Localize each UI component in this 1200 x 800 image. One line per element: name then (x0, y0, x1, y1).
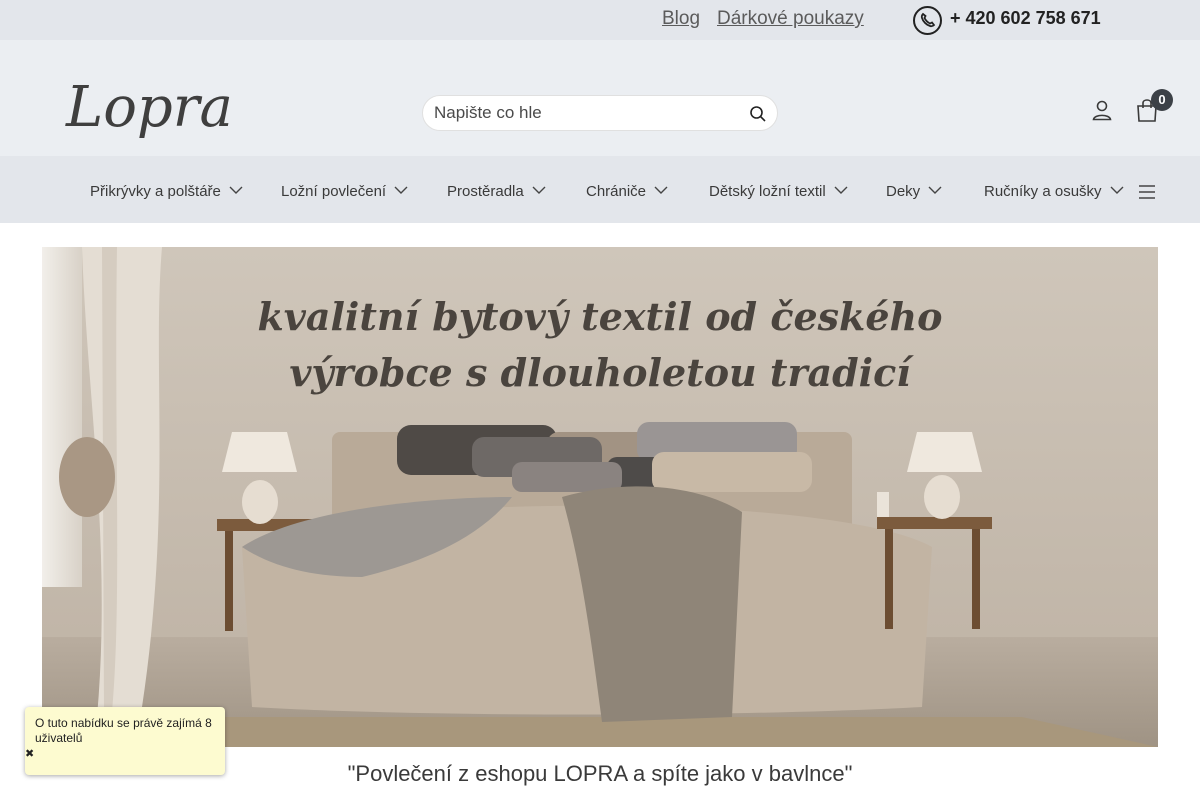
phone-icon (913, 6, 942, 35)
chevron-down-icon (834, 186, 848, 194)
nav-item-towels[interactable]: Ručníky a osušky (984, 183, 1124, 203)
nav-item-label: Prostěradla (447, 183, 524, 200)
chevron-down-icon (532, 186, 546, 194)
hero-banner[interactable]: kvalitní bytový textil od českého výrobc… (42, 247, 1158, 747)
cart-count-badge: 0 (1151, 89, 1173, 111)
hero-heading: kvalitní bytový textil od českého výrobc… (42, 289, 1158, 401)
nav-item-label: Chrániče (586, 183, 647, 200)
chevron-down-icon (394, 186, 408, 194)
blog-link[interactable]: Blog (662, 8, 700, 30)
nav-item-label: Dětský ložní textil (709, 183, 826, 200)
nav-item-protectors[interactable]: Chrániče (586, 183, 668, 203)
menu-icon[interactable] (1138, 184, 1156, 200)
nav-item-label: Deky (886, 183, 921, 200)
nav-item-label: Ručníky a osušky (984, 183, 1102, 200)
nav-item-label: Ložní povlečení (281, 183, 387, 200)
main-navigation: Přikrývky a polštáře Ložní povlečení Pro… (0, 156, 1200, 223)
user-account-icon[interactable] (1091, 99, 1113, 121)
hero-heading-line: kvalitní bytový textil od českého (257, 294, 943, 339)
top-bar: Blog Dárkové poukazy + 420 602 758 671 (0, 0, 1200, 40)
lopra-logo[interactable]: Lopra (60, 68, 233, 150)
close-icon[interactable]: ✖ (25, 749, 35, 760)
chevron-down-icon (229, 186, 243, 194)
svg-text:Lopra: Lopra (65, 75, 230, 140)
chevron-down-icon (1110, 186, 1124, 194)
nav-item-kids-bedding[interactable]: Dětský ložní textil (709, 183, 848, 203)
search-input[interactable] (434, 96, 734, 130)
nav-item-sheets[interactable]: Prostěradla (447, 183, 546, 203)
nav-item-label: Přikrývky a polštáře (90, 183, 221, 200)
chevron-down-icon (654, 186, 668, 194)
search-icon[interactable] (749, 105, 767, 123)
site-header: Lopra (0, 40, 1200, 156)
gift-vouchers-link[interactable]: Dárkové poukazy (717, 8, 864, 30)
nav-item-duvets-pillows[interactable]: Přikrývky a polštáře (90, 183, 243, 203)
search-box[interactable] (422, 95, 778, 131)
nav-item-blankets[interactable]: Deky (886, 183, 942, 203)
phone-number[interactable]: + 420 602 758 671 (950, 8, 1101, 29)
hero-heading-line: výrobce s dlouholetou tradicí (289, 350, 911, 395)
chevron-down-icon (928, 186, 942, 194)
nav-item-bed-linen[interactable]: Ložní povlečení (281, 183, 408, 203)
notice-text: O tuto nabídku se právě zajímá 8 uživate… (35, 716, 212, 745)
interest-notice-popup: O tuto nabídku se právě zajímá 8 uživate… (25, 707, 225, 775)
